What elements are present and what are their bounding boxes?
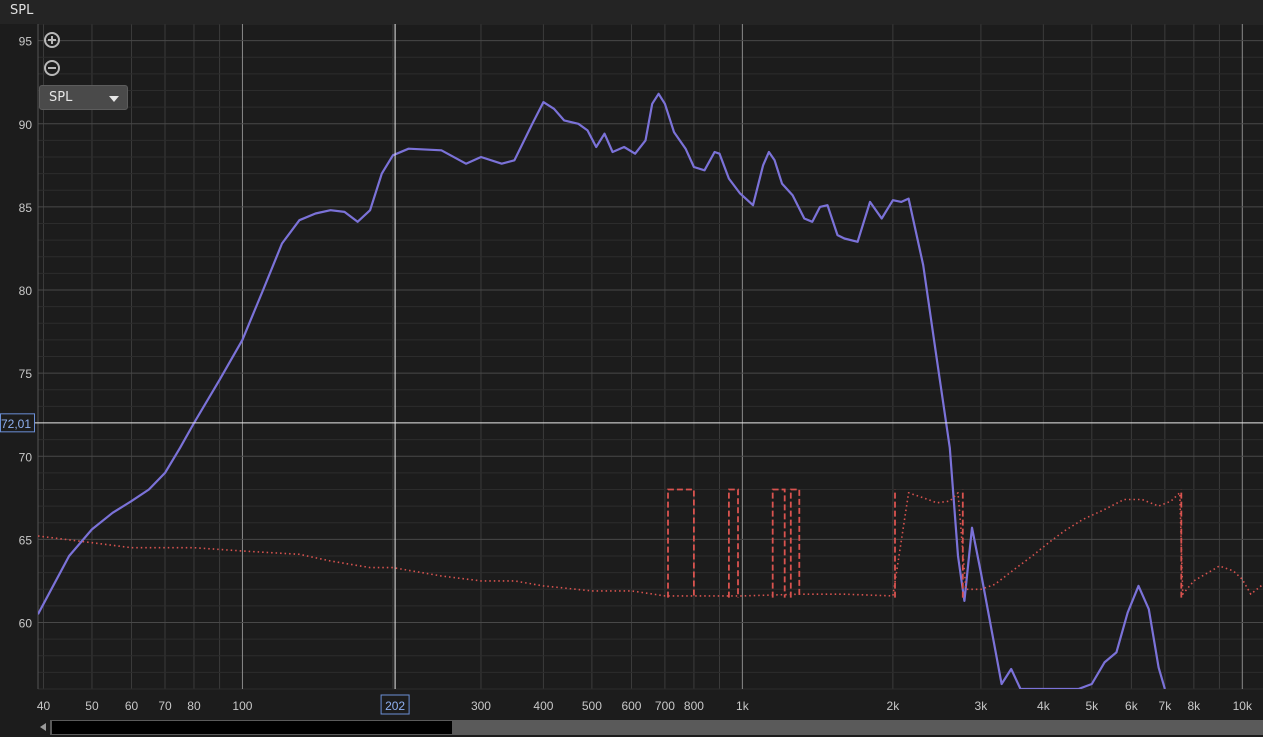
x-tick-label: 100 <box>232 699 252 713</box>
x-tick-label: 5k <box>1085 699 1099 713</box>
x-tick-label: 6k <box>1125 699 1139 713</box>
cursor-y-readout: 72,01 <box>1 417 31 431</box>
x-tick-label: 3k <box>975 699 989 713</box>
x-tick-label: 2k <box>887 699 901 713</box>
title-bar: SPL <box>0 0 1263 24</box>
measurement-select[interactable]: SPL <box>39 85 128 110</box>
x-tick-label: 7k <box>1159 699 1173 713</box>
scrollbar-thumb[interactable] <box>52 721 452 734</box>
x-tick-label: 70 <box>158 699 172 713</box>
chevron-down-icon <box>109 96 119 102</box>
zoom-in-icon[interactable] <box>44 32 60 48</box>
y-tick-label: 60 <box>19 617 33 631</box>
x-tick-label: 400 <box>533 699 553 713</box>
scroll-left-arrow-icon[interactable] <box>40 723 46 731</box>
x-tick-label: 50 <box>85 699 99 713</box>
cursor-x-readout: 202 <box>385 699 405 713</box>
y-tick-label: 80 <box>19 284 33 298</box>
y-tick-label: 90 <box>19 118 33 132</box>
x-tick-label: 300 <box>471 699 491 713</box>
x-tick-label: 40 <box>37 699 51 713</box>
y-tick-label: 95 <box>19 35 33 49</box>
y-tick-label: 85 <box>19 201 33 215</box>
x-tick-label: 700 <box>655 699 675 713</box>
x-tick-label: 60 <box>125 699 139 713</box>
y-tick-label: 65 <box>19 533 33 547</box>
x-tick-label: 600 <box>621 699 641 713</box>
zoom-out-icon[interactable] <box>44 60 60 76</box>
x-tick-label: 500 <box>582 699 602 713</box>
x-tick-label: 80 <box>187 699 201 713</box>
x-tick-label: 10k <box>1233 699 1253 713</box>
measurement-select-value: SPL <box>49 90 73 105</box>
spl-chart[interactable]: 60 65 70 75 80 85 90 95 40 50 60 70 80 100 300 400 500 6… <box>0 24 1263 720</box>
x-tick-label: 4k <box>1037 699 1051 713</box>
x-tick-label: 800 <box>684 699 704 713</box>
y-tick-label: 75 <box>19 367 33 381</box>
y-tick-label: 70 <box>19 450 33 464</box>
chart-title: SPL <box>10 3 34 18</box>
x-tick-label: 8k <box>1188 699 1202 713</box>
x-tick-label: 1k <box>736 699 750 713</box>
